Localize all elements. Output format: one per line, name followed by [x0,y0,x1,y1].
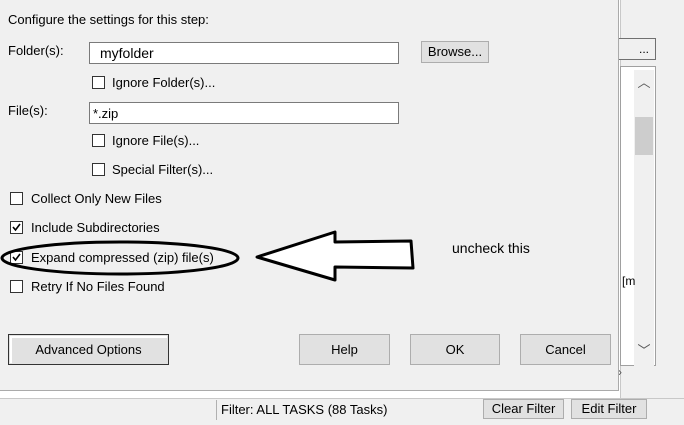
clear-filter-button[interactable]: Clear Filter [483,399,564,419]
annotation-text: uncheck this [452,240,530,256]
filter-status: Filter: ALL TASKS (88 Tasks) [216,400,481,420]
highlight-ellipse [0,240,240,276]
pointer-arrow-icon [255,230,415,282]
edit-filter-button[interactable]: Edit Filter [571,399,647,419]
annotation-overlay [0,230,415,282]
